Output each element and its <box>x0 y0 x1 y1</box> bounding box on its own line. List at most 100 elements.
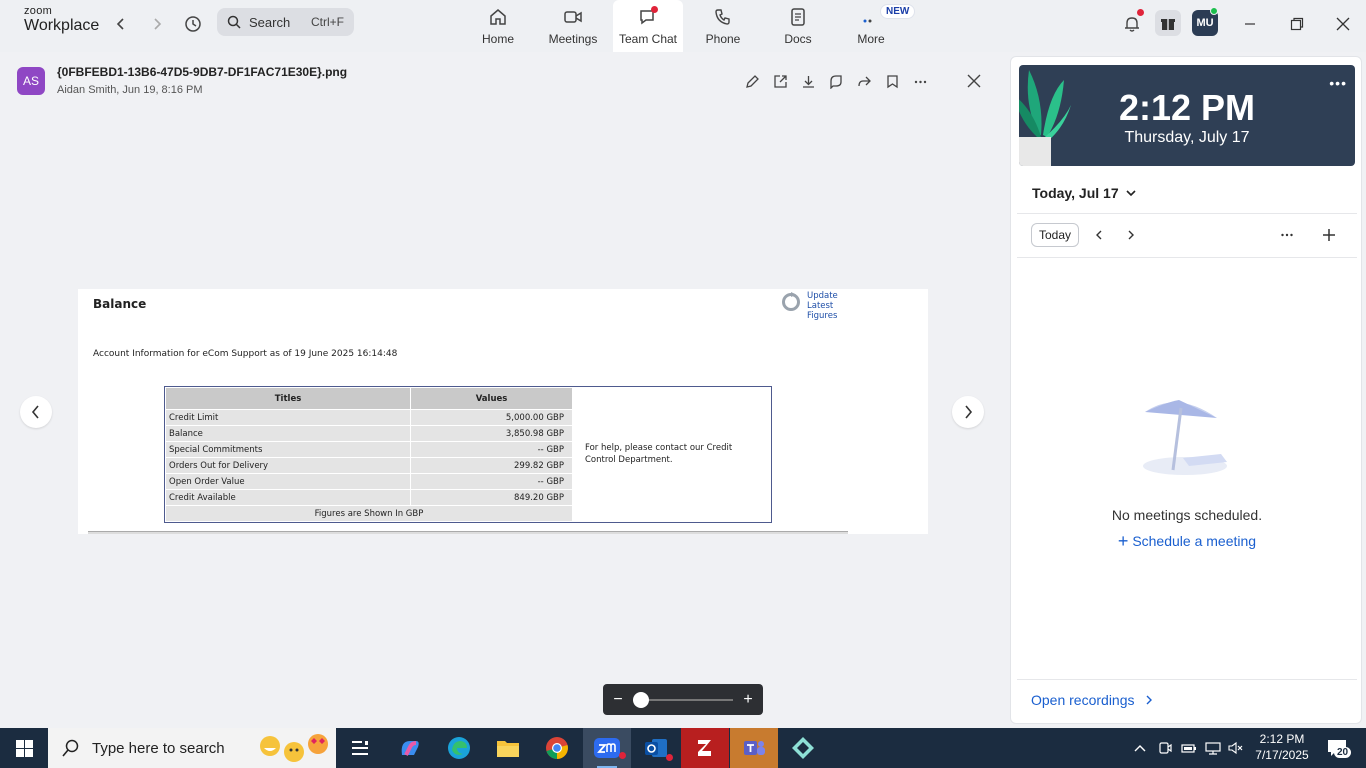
next-image-button[interactable] <box>952 396 984 428</box>
more-options-icon[interactable] <box>911 72 929 90</box>
zoom-out-button[interactable]: − <box>611 691 625 709</box>
top-bar: zoom Workplace Search Ctrl+F Home Meetin… <box>0 0 1366 52</box>
close-viewer-icon[interactable] <box>965 72 983 90</box>
forward-arrow-icon[interactable] <box>145 12 169 36</box>
add-meeting-icon[interactable] <box>1321 227 1337 243</box>
help-text: For help, please contact our Credit Cont… <box>585 443 733 465</box>
share-to-channel-icon[interactable] <box>827 72 845 90</box>
day-selector[interactable]: Today, Jul 17 <box>1032 185 1137 201</box>
teams-icon[interactable] <box>730 728 778 768</box>
divider <box>1017 679 1357 680</box>
tab-more-label: More <box>857 32 885 46</box>
tab-team-chat[interactable]: Team Chat <box>613 0 683 52</box>
windows-start-button[interactable] <box>0 728 48 768</box>
meet-now-icon[interactable] <box>1155 728 1175 768</box>
zoom-logo: zoom Workplace <box>24 6 99 34</box>
zoom-app-icon[interactable] <box>583 728 631 768</box>
app-diamond-icon[interactable] <box>779 728 827 768</box>
file-explorer-icon[interactable] <box>484 728 532 768</box>
home-icon <box>490 9 506 25</box>
balance-image: Balance Update Latest Figures Account In… <box>78 289 928 534</box>
schedule-meeting-link[interactable]: + Schedule a meeting <box>1011 531 1363 552</box>
divider <box>1017 257 1357 258</box>
windows-taskbar: Type here to search 2:12 PM 7/17/2025 20 <box>0 728 1366 768</box>
logo-zoom-text: zoom <box>24 5 53 17</box>
close-window-icon[interactable] <box>1331 12 1355 36</box>
calendar-more-icon[interactable] <box>1279 227 1295 243</box>
tab-home[interactable]: Home <box>463 0 533 52</box>
chevron-right-icon <box>1146 695 1153 705</box>
zoom-slider[interactable] <box>633 691 733 708</box>
open-recordings-label: Open recordings <box>1031 692 1135 708</box>
update-line-1: Update <box>807 291 838 301</box>
zoom-badge-dot <box>619 752 626 759</box>
forward-icon[interactable] <box>855 72 873 90</box>
chat-notification-dot <box>651 6 658 13</box>
network-icon[interactable] <box>1203 728 1223 768</box>
row-value: 849.20 GBP <box>410 489 573 506</box>
bookmark-icon[interactable] <box>883 72 901 90</box>
restore-icon[interactable] <box>1285 12 1309 36</box>
bell-notification-dot <box>1137 9 1144 16</box>
taskbar-clock[interactable]: 2:12 PM 7/17/2025 <box>1252 731 1312 763</box>
tab-phone[interactable]: Phone <box>688 0 758 52</box>
logo-workplace-text: Workplace <box>24 17 100 34</box>
battery-icon[interactable] <box>1179 728 1199 768</box>
previous-day-icon[interactable] <box>1091 227 1107 243</box>
update-latest-figures: Update Latest Figures <box>781 291 838 322</box>
next-day-icon[interactable] <box>1123 227 1139 243</box>
row-title: Credit Limit <box>164 409 412 426</box>
table-row: Special Commitments -- GBP <box>164 441 573 458</box>
table-row: Orders Out for Delivery 299.82 GBP <box>164 457 573 474</box>
beach-umbrella-illustration <box>1143 400 1227 475</box>
previous-image-button[interactable] <box>20 396 52 428</box>
today-button[interactable]: Today <box>1031 223 1079 247</box>
filezilla-icon[interactable] <box>681 728 729 768</box>
history-icon[interactable] <box>181 12 205 36</box>
edit-icon[interactable] <box>743 72 761 90</box>
calendar-panel: 2:12 PM Thursday, July 17 ••• Today, Jul… <box>1010 56 1362 724</box>
task-view-icon[interactable] <box>336 728 384 768</box>
tab-phone-label: Phone <box>705 32 741 46</box>
tab-docs[interactable]: Docs <box>763 0 833 52</box>
chrome-icon[interactable] <box>533 728 581 768</box>
no-meetings-text: No meetings scheduled. <box>1111 507 1263 523</box>
notification-count: 20 <box>1334 747 1352 758</box>
open-external-icon[interactable] <box>771 72 789 90</box>
tab-more[interactable]: NEW More <box>836 0 916 52</box>
outlook-icon[interactable] <box>632 728 680 768</box>
back-arrow-icon[interactable] <box>109 12 133 36</box>
open-recordings-link[interactable]: Open recordings <box>1031 692 1154 708</box>
chevron-right-icon <box>965 405 973 419</box>
download-icon[interactable] <box>799 72 817 90</box>
minimize-icon[interactable] <box>1238 12 1262 36</box>
zoom-slider-knob[interactable] <box>633 691 649 708</box>
viewer-actions <box>743 72 929 90</box>
taskbar-search[interactable]: Type here to search <box>48 728 336 768</box>
user-initials: MU <box>1196 17 1214 29</box>
image-viewer: AS {0FBFEBD1-13B6-47D5-9DB7-DF1FAC71E30E… <box>0 52 1006 728</box>
outlook-badge-dot <box>666 754 673 761</box>
notification-center[interactable]: 20 <box>1322 728 1352 768</box>
table-row: Balance 3,850.98 GBP <box>164 425 573 442</box>
clock-more-icon[interactable]: ••• <box>1329 75 1347 91</box>
search-label: Search <box>249 14 291 30</box>
gift-icon[interactable] <box>1155 10 1181 36</box>
row-title: Orders Out for Delivery <box>164 457 412 474</box>
doc-title: Balance <box>93 297 147 311</box>
balance-box: Titles Values Credit Limit 5,000.00 GBP B… <box>164 386 772 523</box>
show-hidden-icons[interactable] <box>1130 728 1150 768</box>
copilot-icon[interactable] <box>386 728 434 768</box>
table-row: Credit Limit 5,000.00 GBP <box>164 409 573 426</box>
search-icon <box>227 15 241 29</box>
zoom-in-button[interactable]: + <box>741 691 755 709</box>
row-value: 299.82 GBP <box>410 457 573 474</box>
search-box[interactable]: Search Ctrl+F <box>217 8 354 36</box>
row-value: -- GBP <box>410 441 573 458</box>
tab-meetings[interactable]: Meetings <box>538 0 608 52</box>
row-title: Special Commitments <box>164 441 412 458</box>
file-name: {0FBFEBD1-13B6-47D5-9DB7-DF1FAC71E30E}.p… <box>57 65 348 79</box>
edge-browser-icon[interactable] <box>435 728 483 768</box>
volume-muted-icon[interactable] <box>1226 728 1246 768</box>
account-info-text: Account Information for eCom Support as … <box>93 349 398 359</box>
